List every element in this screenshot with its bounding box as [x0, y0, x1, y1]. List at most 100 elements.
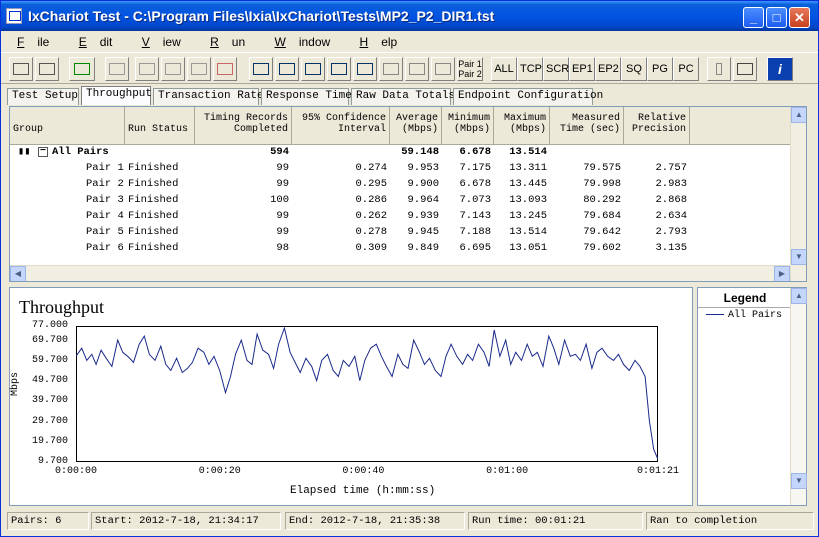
- delete-button[interactable]: [213, 57, 237, 81]
- legend-item-label: All Pairs: [728, 310, 783, 321]
- cut-button[interactable]: [135, 57, 159, 81]
- legend-item-all-pairs[interactable]: All Pairs: [706, 310, 782, 321]
- table-row[interactable]: Pair 1 Finished 99 0.274 9.953 7.175 13.…: [10, 160, 790, 176]
- filter-tcp-button[interactable]: TCP: [517, 57, 543, 81]
- menu-file[interactable]: File: [1, 31, 59, 49]
- row-average: 9.849: [407, 242, 439, 254]
- legend-scrollbar[interactable]: ▲ ▼: [790, 288, 807, 505]
- tab-throughput[interactable]: Throughput: [81, 86, 152, 105]
- ports-button[interactable]: [431, 57, 455, 81]
- legend-swatch: [706, 313, 724, 315]
- row-maximum: 13.311: [509, 162, 547, 174]
- series-line-all-pairs: [76, 326, 658, 460]
- table-row[interactable]: Pair 3 Finished 100 0.286 9.964 7.073 13…: [10, 192, 790, 208]
- row-status: Finished: [128, 210, 179, 222]
- menu-view[interactable]: View: [126, 31, 191, 49]
- filter-ep1-button[interactable]: EP1: [569, 57, 595, 81]
- row-precision: 2.793: [655, 226, 687, 238]
- edit-pair-button[interactable]: [301, 57, 325, 81]
- status-pairs: Pairs: 6: [7, 512, 89, 530]
- table-vertical-scrollbar[interactable]: ▲ ▼: [790, 107, 806, 281]
- table-row[interactable]: Pair 4 Finished 99 0.262 9.939 7.143 13.…: [10, 208, 790, 224]
- header-maximum[interactable]: Maximum (Mbps): [494, 107, 550, 144]
- table-row[interactable]: Pair 5 Finished 99 0.278 9.945 7.188 13.…: [10, 224, 790, 240]
- network-button[interactable]: [405, 57, 429, 81]
- table-row[interactable]: Pair 6 Finished 98 0.309 9.849 6.695 13.…: [10, 240, 790, 256]
- title-bar[interactable]: IxChariot Test - C:\Program Files\Ixia\I…: [1, 1, 818, 31]
- endpoint-button[interactable]: [379, 57, 403, 81]
- table-row-total[interactable]: ▮▮ − All Pairs 594 59.148 6.678 13.514: [10, 144, 790, 160]
- header-average[interactable]: Average (Mbps): [390, 107, 442, 144]
- y-tick-label: 59.700: [31, 354, 68, 366]
- run-button[interactable]: [69, 57, 95, 81]
- tab-response-time[interactable]: Response Time: [261, 88, 352, 105]
- header-measured-time[interactable]: Measured Time (sec): [550, 107, 624, 144]
- menu-run[interactable]: Run: [194, 31, 255, 49]
- copy-pair-button[interactable]: [327, 57, 351, 81]
- menu-bar: File Edit View Run Window Help: [1, 31, 818, 51]
- close-button[interactable]: ✕: [789, 7, 810, 28]
- table-row[interactable]: Pair 2 Finished 99 0.295 9.900 6.678 13.…: [10, 176, 790, 192]
- filter-scr-button[interactable]: SCR: [543, 57, 569, 81]
- menu-window[interactable]: Window: [259, 31, 341, 49]
- add-pair-button[interactable]: [249, 57, 273, 81]
- tab-raw-data-totals[interactable]: Raw Data Totals: [351, 88, 455, 105]
- header-run-status[interactable]: Run Status: [125, 107, 195, 144]
- details-button[interactable]: [733, 57, 757, 81]
- collapse-toggle[interactable]: −: [38, 147, 48, 157]
- x-tick-label: 0:01:21: [636, 466, 680, 477]
- scroll-down-icon[interactable]: ▼: [791, 249, 806, 265]
- row-group: Pair 1: [86, 162, 124, 174]
- scroll-left-icon[interactable]: ◀: [10, 266, 26, 281]
- toolbar: Pair 1 Pair 2 ALL TCP SCR EP1 EP2 SQ PG P…: [1, 52, 818, 84]
- row-precision: 2.868: [655, 194, 687, 206]
- row-precision: 2.983: [655, 178, 687, 190]
- status-run-time: Run time: 00:01:21: [468, 512, 643, 530]
- pair-toggle-button[interactable]: Pair 1 Pair 2: [457, 57, 483, 81]
- legend-scroll-up-icon[interactable]: ▲: [791, 288, 807, 304]
- header-relative-precision[interactable]: Relative Precision: [624, 107, 690, 144]
- legend-scroll-down-icon[interactable]: ▼: [791, 473, 807, 489]
- row-time: 79.998: [583, 178, 621, 190]
- tab-endpoint-configuration[interactable]: Endpoint Configuration: [453, 88, 603, 105]
- header-timing-records[interactable]: Timing Records Completed: [195, 107, 292, 144]
- save-button[interactable]: [9, 57, 33, 81]
- filter-sq-button[interactable]: SQ: [621, 57, 647, 81]
- row-ci: 0.286: [355, 194, 387, 206]
- paste-button[interactable]: [187, 57, 211, 81]
- minimize-button[interactable]: _: [743, 7, 764, 28]
- filter-ep2-button[interactable]: EP2: [595, 57, 621, 81]
- filter-pg-button[interactable]: PG: [647, 57, 673, 81]
- pair-2-label: Pair 2: [458, 69, 482, 79]
- status-bar: Pairs: 6 Start: 2012-7-18, 21:34:17 End:…: [1, 509, 818, 536]
- runner-icon: [74, 63, 90, 75]
- swap-pair-button[interactable]: [353, 57, 377, 81]
- copy-icon: [165, 63, 181, 75]
- columns-button[interactable]: [707, 57, 731, 81]
- scroll-up-icon[interactable]: ▲: [791, 107, 806, 123]
- tab-test-setup[interactable]: Test Setup: [7, 88, 79, 105]
- add-multicast-button[interactable]: [275, 57, 299, 81]
- print-icon: [39, 63, 55, 75]
- row-group: Pair 5: [86, 226, 124, 238]
- menu-help[interactable]: Help: [344, 31, 408, 49]
- scroll-right-icon[interactable]: ▶: [774, 266, 790, 281]
- filter-pc-button[interactable]: PC: [673, 57, 699, 81]
- header-minimum[interactable]: Minimum (Mbps): [442, 107, 494, 144]
- print-button[interactable]: [35, 57, 59, 81]
- maximize-button[interactable]: □: [766, 7, 787, 28]
- row-maximum: 13.093: [509, 194, 547, 206]
- copy-button[interactable]: [161, 57, 185, 81]
- stop-button[interactable]: [105, 57, 129, 81]
- row-minimum: 6.678: [459, 178, 491, 190]
- tab-transaction-rate[interactable]: Transaction Rate: [153, 88, 264, 105]
- header-confidence-interval[interactable]: 95% Confidence Interval: [292, 107, 390, 144]
- row-status: Finished: [128, 242, 179, 254]
- header-group[interactable]: Group: [10, 107, 125, 144]
- help-button[interactable]: i: [767, 57, 793, 81]
- table-horizontal-scrollbar[interactable]: ◀ ▶: [10, 265, 790, 281]
- row-time: 79.684: [583, 210, 621, 222]
- stop-icon: [109, 63, 125, 75]
- menu-edit[interactable]: Edit: [63, 31, 123, 49]
- filter-all-button[interactable]: ALL: [491, 57, 517, 81]
